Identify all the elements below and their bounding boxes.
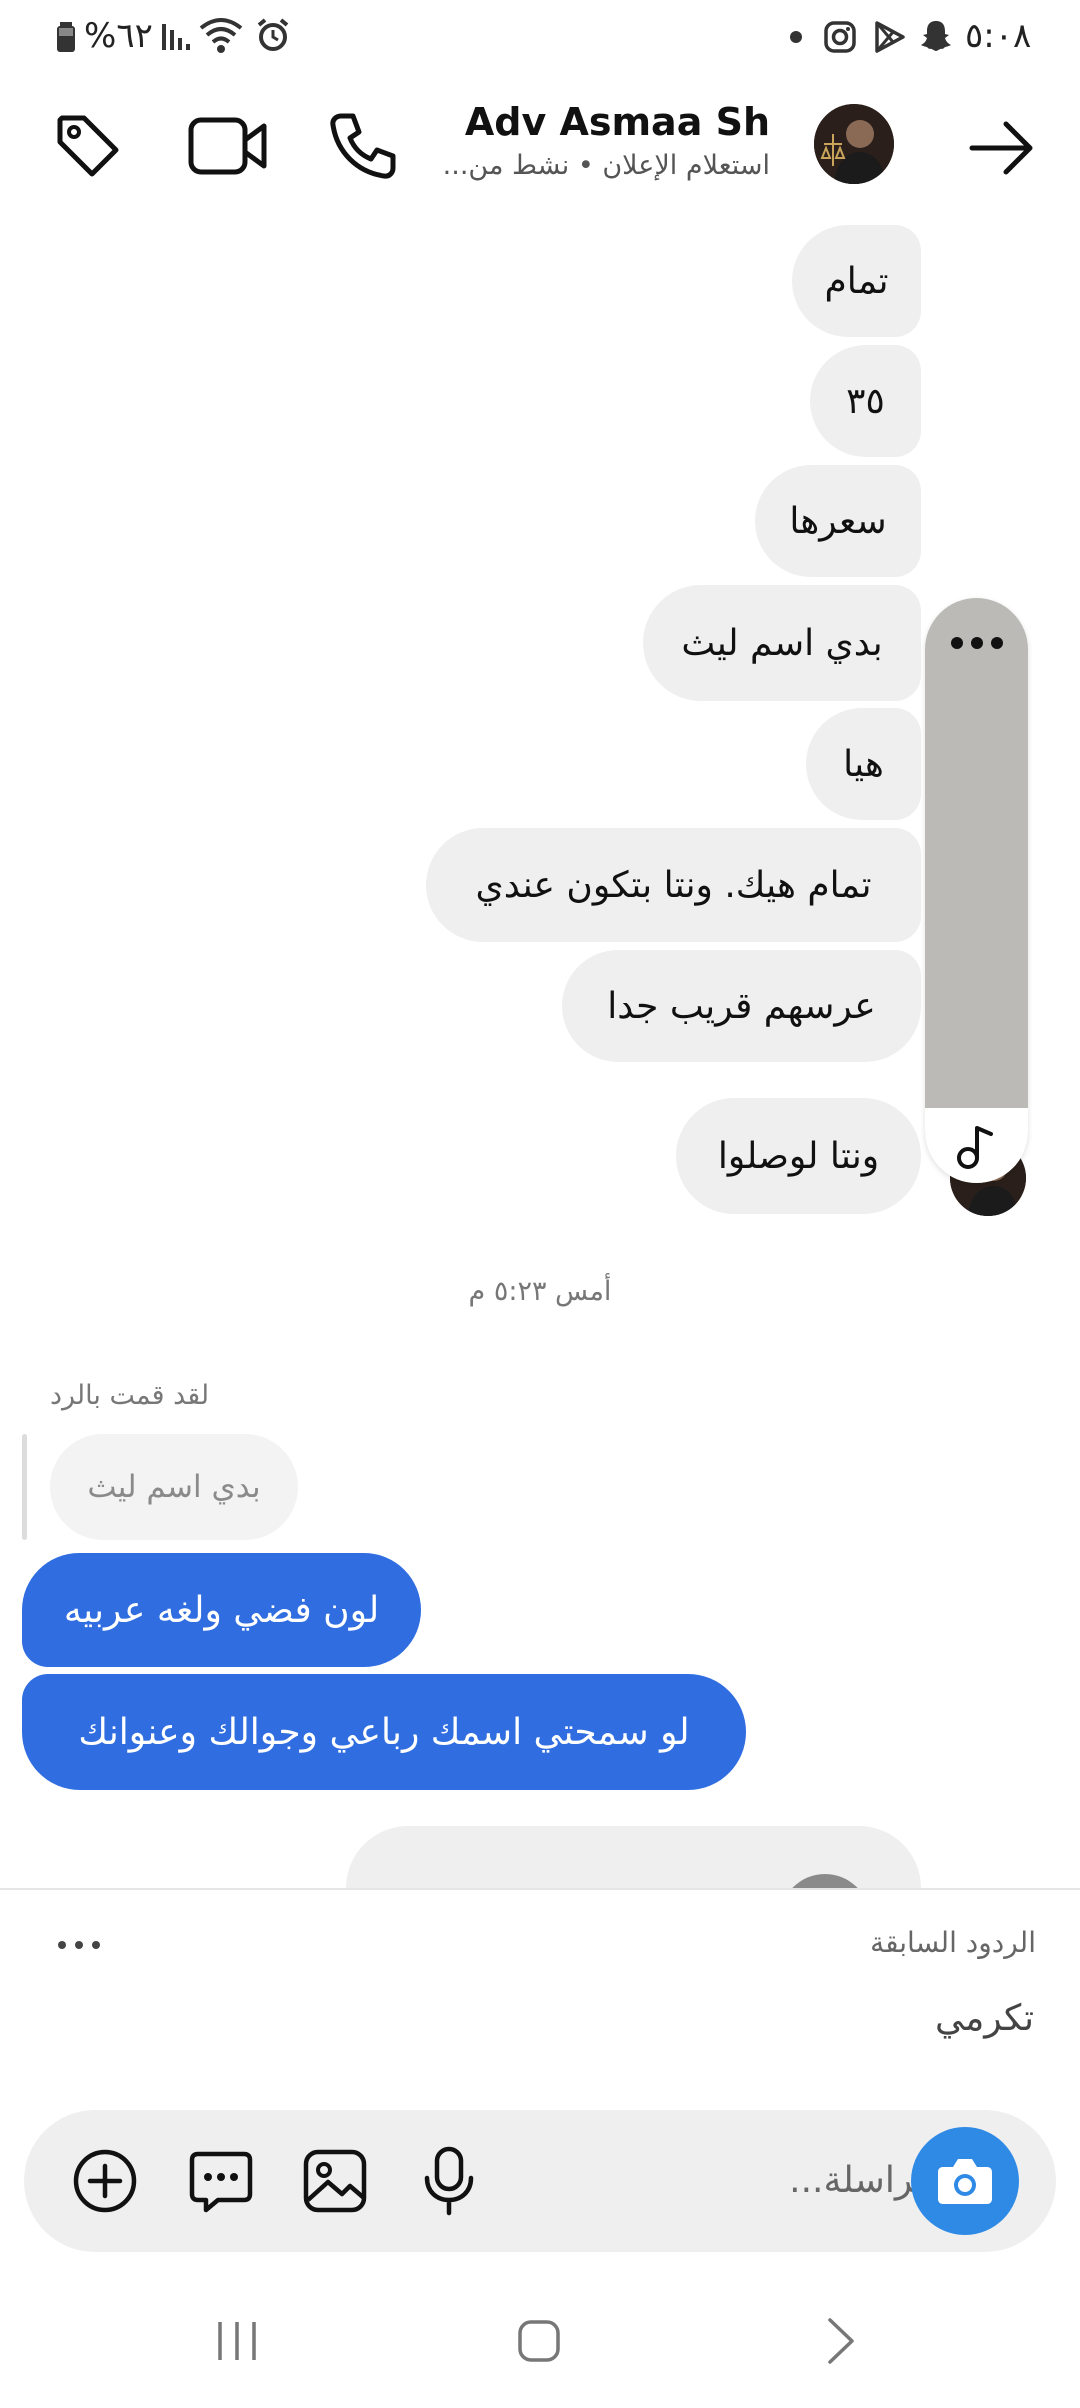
home-button[interactable] [516,2318,562,2364]
tag-icon [52,110,124,182]
instagram-icon [823,20,857,54]
signal-icon [160,18,192,52]
sent-message-bubble[interactable]: لو سمحتي اسمك رباعي وجوالك وعنوانك [22,1674,746,1790]
quick-replies-title: الردود السابقة [870,1926,1036,1959]
more-icon [947,628,1007,658]
nav-back-button[interactable] [824,2316,858,2366]
message-bubble[interactable]: بدي اسم ليث [643,585,921,701]
quick-replies-more-button[interactable] [54,1930,104,1960]
home-icon [516,2318,562,2364]
message-bubble[interactable]: ٣٥ [810,345,921,457]
recent-apps-icon [214,2318,260,2364]
notification-dot-icon [790,31,802,43]
quick-reply-item[interactable]: تكرمي [935,1998,1034,2039]
divider [0,1888,1080,1890]
status-bar: %٦٢ ٥:٠٨ [0,0,1080,72]
more-button[interactable] [947,628,1007,658]
recent-apps-button[interactable] [214,2318,260,2364]
chevron-right-icon [824,2316,858,2366]
back-button[interactable] [966,112,1038,184]
reply-label: لقد قمت بالرد [50,1380,210,1411]
message-bubble[interactable]: ونتا لوصلوا [676,1098,921,1214]
battery-percent: %٦٢ [84,16,153,56]
voice-message-button[interactable] [422,2146,476,2216]
sent-message-bubble[interactable]: لون فضي ولغه عربيه [22,1553,421,1667]
video-call-button[interactable] [188,112,270,182]
quick-replies-panel [0,1888,1080,2098]
more-icon [54,1930,104,1960]
avatar[interactable] [814,104,894,184]
camera-button[interactable] [911,2127,1019,2235]
clock: ٥:٠٨ [965,16,1032,56]
quoted-message[interactable]: بدي اسم ليث [50,1434,298,1540]
image-icon [302,2148,368,2214]
add-button[interactable] [72,2148,138,2214]
camera-icon [935,2155,995,2207]
contact-status: استعلام الإعلان • نشط من... [442,150,770,181]
music-note-icon[interactable] [955,1122,999,1170]
plus-icon [72,2148,138,2214]
message-bubble[interactable]: تمام هيك. ونتا بتكون عندي [426,828,921,942]
alarm-icon [256,18,290,52]
gallery-button[interactable] [302,2148,368,2214]
message-input[interactable] [724,2152,934,2208]
message-bubble[interactable]: سعرها [755,465,921,577]
reply-quote-bar [22,1434,27,1540]
contact-name[interactable]: Adv Asmaa Sh [410,100,770,144]
wifi-icon [198,16,244,54]
message-bubble[interactable]: تمام [792,225,921,337]
message-bubble[interactable]: هيا [806,708,921,820]
back-arrow-icon [966,112,1038,184]
music-overlay[interactable] [925,598,1028,1183]
mic-icon [422,2146,476,2216]
snapchat-icon [918,18,954,54]
message-timestamp: أمس ٥:٢٣ م [468,1276,612,1307]
play-store-icon [873,20,907,54]
battery-icon [56,22,76,52]
sticker-icon [188,2148,254,2214]
video-icon [188,112,270,182]
tag-button[interactable] [52,110,124,182]
message-composer [24,2110,1056,2252]
sticker-button[interactable] [188,2148,254,2214]
message-bubble[interactable]: عرسهم قريب جدا [562,950,921,1062]
partial-message-bubble [346,1826,921,1888]
